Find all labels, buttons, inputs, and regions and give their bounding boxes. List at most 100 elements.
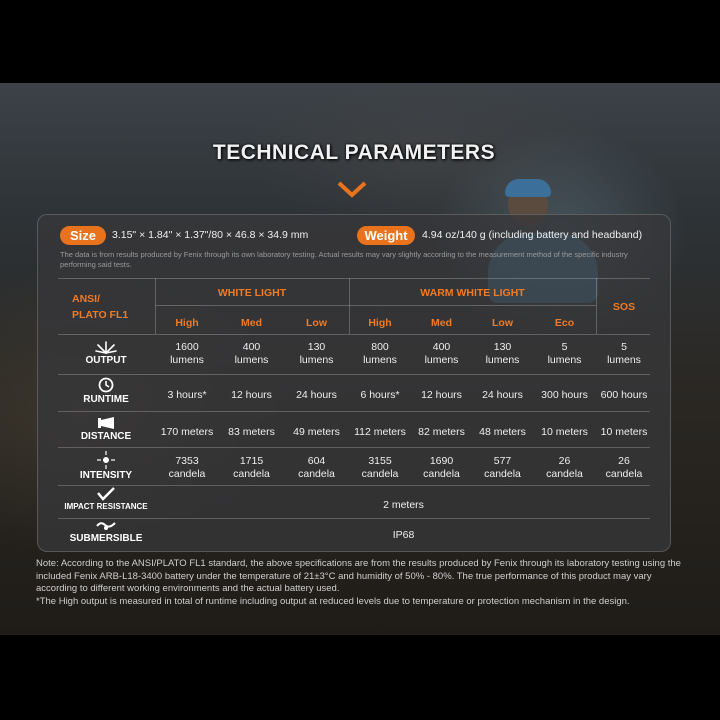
bottom-note: Note: According to the ANSI/PLATO FL1 st… — [36, 558, 686, 608]
cell-value: 7353 — [175, 455, 199, 467]
group-white-light: WHITE LIGHT — [217, 287, 287, 299]
row-label-submersible: SUBMERSIBLE — [58, 520, 154, 544]
runtime-label: RUNTIME — [83, 394, 129, 405]
bottom-black-band — [0, 635, 720, 720]
output-icon — [95, 341, 117, 354]
distance-label: DISTANCE — [80, 431, 132, 442]
cell-unit: candela — [605, 468, 643, 480]
row-label-runtime: RUNTIME — [58, 377, 154, 405]
distance-warm-eco: 10 meters — [541, 426, 588, 438]
cell-unit: candela — [298, 468, 335, 480]
runtime-warm-med: 12 hours — [421, 389, 462, 401]
cell-unit: lumens — [607, 354, 641, 366]
cell-value: 1715 — [239, 455, 264, 467]
runtime-sos: 600 hours — [600, 389, 648, 401]
cell-unit: lumens — [363, 354, 397, 366]
row-divider — [58, 518, 650, 519]
cell-unit: candela — [423, 468, 460, 480]
cell-value: 1600 — [175, 341, 199, 353]
cell-unit: candela — [361, 468, 399, 480]
impact-icon — [97, 487, 115, 501]
row-divider — [58, 411, 650, 412]
output-warm-low: 130 lumens — [472, 341, 533, 367]
cell-unit: candela — [484, 468, 521, 480]
cell-value: 26 — [558, 455, 571, 467]
runtime-warm-eco: 300 hours — [541, 389, 588, 401]
intensity-label: INTENSITY — [79, 470, 133, 481]
output-sos: 5 lumens — [596, 341, 652, 367]
mode-white-med: Med — [241, 317, 262, 329]
divider-v — [155, 278, 156, 334]
submersible-value: IP68 — [392, 529, 415, 541]
runtime-white-med: 12 hours — [231, 389, 272, 401]
row-divider — [58, 334, 650, 335]
cell-value: 400 — [432, 341, 451, 353]
note-line-2: *The High output is measured in total of… — [36, 595, 630, 607]
cell-unit: lumens — [547, 354, 582, 366]
clock-icon — [98, 377, 114, 393]
row-label-distance: DISTANCE — [58, 416, 154, 442]
intensity-warm-eco: 26 candela — [533, 455, 596, 481]
output-warm-high: 800 lumens — [349, 341, 411, 367]
intensity-warm-high: 3155 candela — [349, 455, 411, 481]
intensity-sos: 26 candela — [596, 455, 652, 481]
runtime-warm-high: 6 hours* — [360, 389, 400, 401]
row-divider — [58, 374, 650, 375]
cell-unit: lumens — [485, 354, 520, 366]
top-black-band — [0, 0, 720, 83]
distance-warm-low: 48 meters — [479, 426, 526, 438]
output-white-low: 130 lumens — [284, 341, 349, 367]
cell-value: 5 — [561, 341, 568, 353]
cell-unit: lumens — [234, 354, 269, 366]
submersible-icon — [96, 522, 116, 530]
mode-white-low: Low — [306, 317, 327, 329]
output-warm-med: 400 lumens — [411, 341, 472, 367]
cell-value: 130 — [307, 341, 326, 353]
size-value: 3.15" × 1.84" × 1.37"/80 × 46.8 × 34.9 m… — [112, 229, 309, 241]
cell-unit: candela — [168, 468, 206, 480]
distance-white-low: 49 meters — [293, 426, 340, 438]
cell-value: 130 — [493, 341, 512, 353]
output-warm-eco: 5 lumens — [533, 341, 596, 367]
row-label-output: OUTPUT — [58, 340, 154, 366]
cell-unit: lumens — [170, 354, 204, 366]
cell-unit: candela — [546, 468, 583, 480]
intensity-icon — [97, 451, 115, 469]
runtime-white-low: 24 hours — [296, 389, 337, 401]
cell-value: 26 — [618, 455, 630, 467]
mode-white-high: High — [175, 317, 199, 329]
cell-value: 400 — [242, 341, 261, 353]
impact-label: IMPACT RESISTANCE — [64, 502, 148, 511]
cell-value: 5 — [621, 341, 627, 353]
runtime-warm-low: 24 hours — [482, 389, 523, 401]
output-white-med: 400 lumens — [219, 341, 284, 367]
distance-warm-med: 82 meters — [418, 426, 465, 438]
mode-warm-high: High — [368, 317, 392, 329]
impact-value: 2 meters — [383, 499, 424, 511]
cell-unit: lumens — [424, 354, 459, 366]
cell-value: 577 — [493, 455, 512, 467]
weight-badge: Weight — [357, 226, 415, 245]
test-disclaimer: The data is from results produced by Fen… — [60, 250, 628, 269]
row-divider — [58, 278, 650, 279]
distance-sos: 10 meters — [600, 426, 648, 438]
group-warm-white-light: WARM WHITE LIGHT — [420, 287, 525, 299]
output-label: OUTPUT — [85, 355, 127, 366]
cell-value: 800 — [371, 341, 389, 353]
intensity-warm-med: 1690 candela — [411, 455, 472, 481]
mode-warm-med: Med — [431, 317, 452, 329]
chevron-down-icon — [337, 181, 367, 198]
submersible-label: SUBMERSIBLE — [69, 533, 143, 544]
row-label-intensity: INTENSITY — [58, 451, 154, 481]
cell-value: 604 — [307, 455, 326, 467]
table-corner: ANSI/ PLATO FL1 — [58, 291, 168, 323]
row-divider — [58, 485, 650, 486]
runtime-white-high: 3 hours* — [167, 389, 207, 401]
cell-value: 1690 — [429, 455, 454, 467]
size-badge: Size — [60, 226, 106, 245]
beam-distance-icon — [98, 417, 114, 429]
note-line-1: Note: According to the ANSI/PLATO FL1 st… — [36, 558, 681, 594]
weight-value: 4.94 oz/140 g (including battery and hea… — [422, 229, 643, 241]
distance-warm-high: 112 meters — [354, 426, 406, 438]
output-white-high: 1600 lumens — [155, 341, 219, 367]
